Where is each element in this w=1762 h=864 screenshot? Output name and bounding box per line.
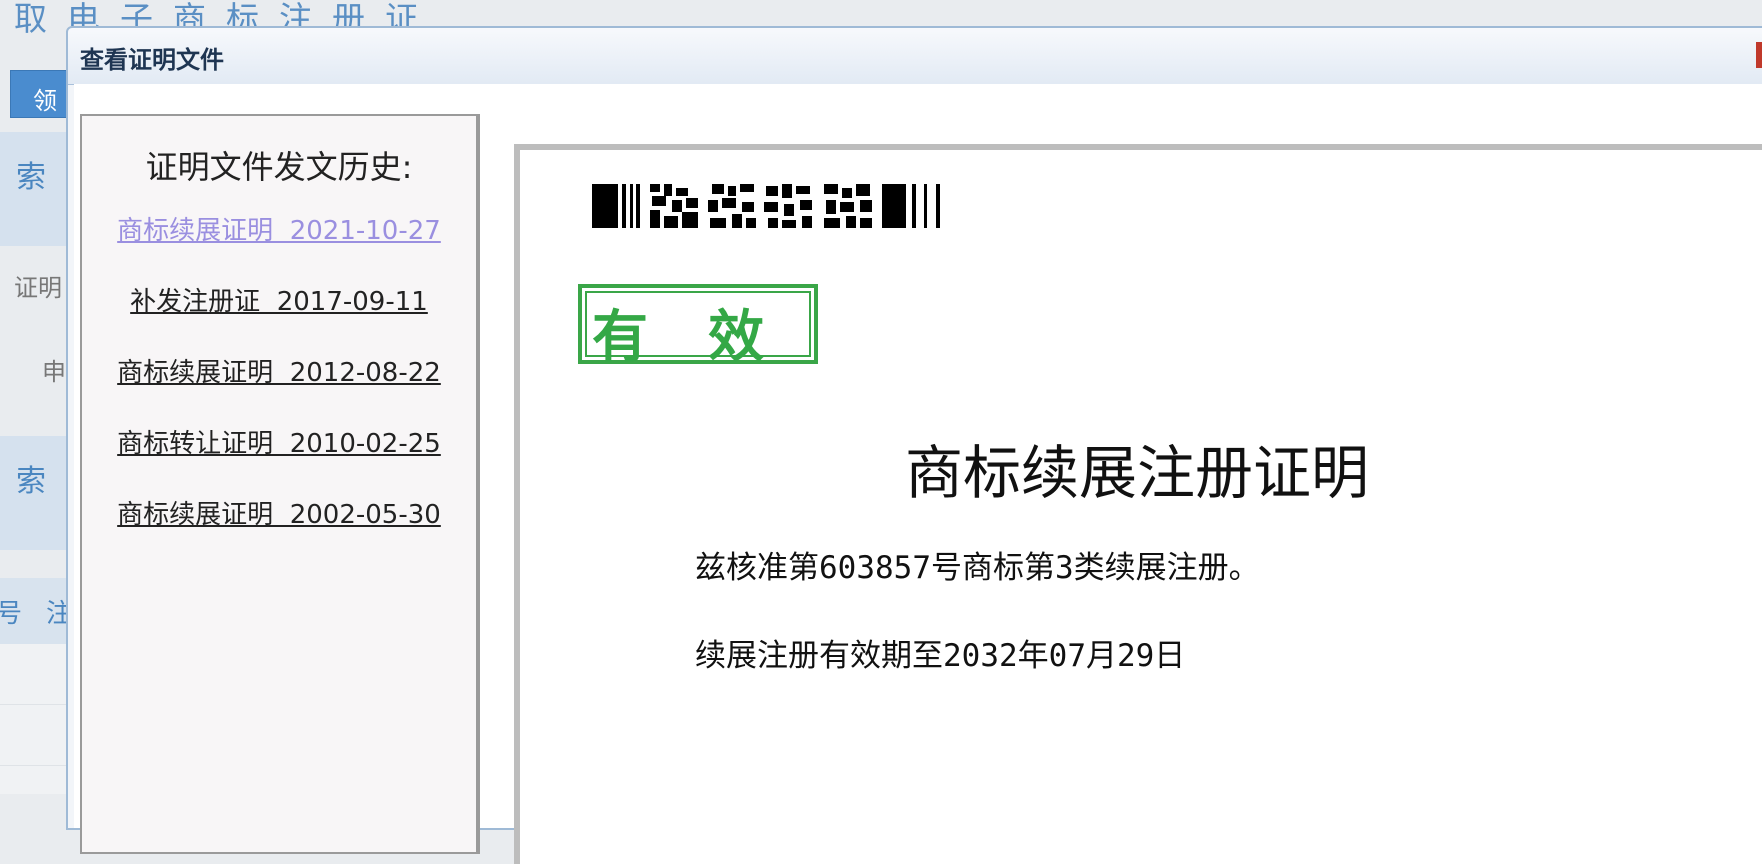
background-field-label: 申 bbox=[42, 358, 66, 386]
history-link[interactable]: 补发注册证 2017-09-11 bbox=[82, 281, 476, 318]
dialog-header[interactable]: 查看证明文件 bbox=[68, 28, 1762, 85]
history-link[interactable]: 商标续展证明 2021-10-27 bbox=[82, 210, 476, 247]
history-link[interactable]: 商标续展证明 2012-08-22 bbox=[82, 352, 476, 389]
background-search-band: 索 bbox=[0, 132, 70, 246]
background-table-header: 号 注 bbox=[0, 578, 72, 644]
background-column-header: 号 bbox=[0, 599, 23, 629]
dialog-body: 证明文件发文历史: 商标续展证明 2021-10-27 补发注册证 2017-0… bbox=[74, 84, 1762, 864]
background-search-label: 索 bbox=[16, 464, 46, 499]
background-search-label: 索 bbox=[16, 160, 46, 195]
background-field-label: 证明 bbox=[14, 274, 62, 302]
history-panel: 证明文件发文历史: 商标续展证明 2021-10-27 补发注册证 2017-0… bbox=[80, 114, 480, 854]
view-certificate-dialog: 查看证明文件 证明文件发文历史: 商标续展证明 2021-10-27 补发注册证… bbox=[66, 26, 1762, 864]
stamp-text: 有效 bbox=[592, 304, 824, 370]
certificate-approval-text: 兹核准第603857号商标第3类续展注册。 bbox=[695, 550, 1260, 586]
close-icon[interactable] bbox=[1756, 42, 1762, 68]
certificate-validity-text: 续展注册有效期至2032年07月29日 bbox=[695, 638, 1186, 674]
history-link[interactable]: 商标续展证明 2002-05-30 bbox=[82, 494, 476, 531]
certificate-title: 商标续展注册证明 bbox=[905, 439, 1370, 507]
dialog-title: 查看证明文件 bbox=[80, 46, 224, 74]
certificate-viewer[interactable]: 有效 商标续展注册证明 兹核准第603857号商标第3类续展注册。 续展注册有效… bbox=[514, 144, 1762, 864]
history-link[interactable]: 商标转让证明 2010-02-25 bbox=[82, 423, 476, 460]
valid-stamp: 有效 bbox=[578, 284, 818, 370]
barcode-icon bbox=[592, 184, 940, 228]
background-action-button[interactable]: 领 bbox=[10, 70, 72, 118]
barcode bbox=[580, 160, 1020, 260]
background-table-rows bbox=[0, 644, 70, 794]
background-search-band: 索 bbox=[0, 436, 70, 550]
history-title: 证明文件发文历史: bbox=[145, 148, 413, 186]
